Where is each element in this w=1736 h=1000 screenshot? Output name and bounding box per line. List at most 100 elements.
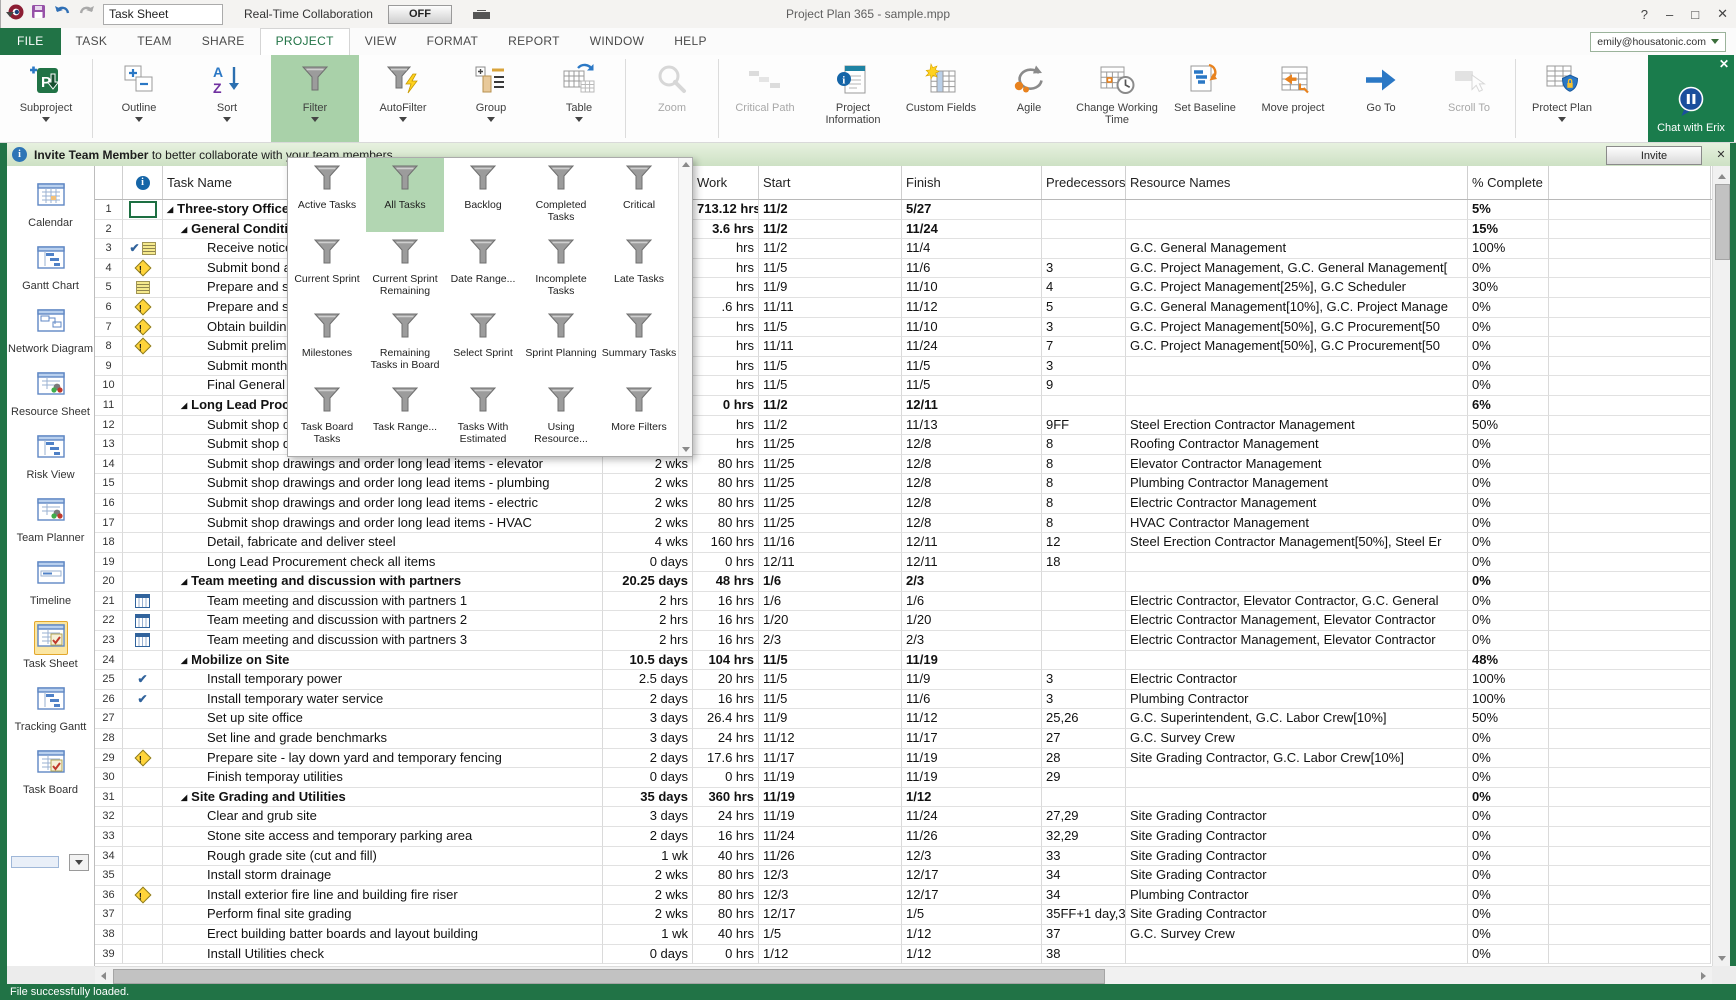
- cell-start[interactable]: 11/2: [759, 220, 902, 240]
- cell-row-number[interactable]: 12: [95, 416, 123, 436]
- cell-finish[interactable]: 12/3: [902, 847, 1042, 867]
- cell-start[interactable]: 11/5: [759, 690, 902, 710]
- cell-duration[interactable]: 1 wk: [603, 847, 693, 867]
- cell-resource-names[interactable]: G.C. Project Management, G.C. General Ma…: [1126, 259, 1468, 279]
- cell-resource-names[interactable]: [1126, 357, 1468, 377]
- cell-work[interactable]: 20 hrs: [693, 670, 759, 690]
- cell-row-number[interactable]: 31: [95, 788, 123, 808]
- cell-row-number[interactable]: 8: [95, 337, 123, 357]
- cell-row-number[interactable]: 4: [95, 259, 123, 279]
- cell-percent-complete[interactable]: 0%: [1468, 886, 1549, 906]
- cell-resource-names[interactable]: G.C. Project Management[25%], G.C Schedu…: [1126, 278, 1468, 298]
- cell-info-indicators[interactable]: [123, 376, 163, 396]
- cell-finish[interactable]: 11/24: [902, 220, 1042, 240]
- cell-start[interactable]: 2/3: [759, 631, 902, 651]
- cell-predecessors[interactable]: 5: [1042, 298, 1126, 318]
- cell-info-indicators[interactable]: ✔: [123, 239, 163, 259]
- scroll-up-icon[interactable]: [682, 162, 690, 167]
- cell-percent-complete[interactable]: 0%: [1468, 945, 1549, 965]
- cell-duration[interactable]: 20.25 days: [603, 572, 693, 592]
- cell-resource-names[interactable]: G.C. Superintendent, G.C. Labor Crew[10%…: [1126, 709, 1468, 729]
- cell-work[interactable]: hrs: [693, 239, 759, 259]
- cell-work[interactable]: 48 hrs: [693, 572, 759, 592]
- cell-resource-names[interactable]: HVAC Contractor Management: [1126, 514, 1468, 534]
- cell-percent-complete[interactable]: 0%: [1468, 474, 1549, 494]
- column-header-info-indicators[interactable]: i: [123, 166, 163, 199]
- realtime-collab-toggle[interactable]: OFF: [388, 5, 452, 24]
- cell-info-indicators[interactable]: [123, 709, 163, 729]
- vertical-scrollbar[interactable]: [1712, 166, 1730, 966]
- cell-resource-names[interactable]: G.C. Survey Crew: [1126, 925, 1468, 945]
- cell-finish[interactable]: 11/26: [902, 827, 1042, 847]
- sidebar-item-team-planner[interactable]: Team Planner: [7, 495, 94, 544]
- cell-resource-names[interactable]: [1126, 376, 1468, 396]
- cell-info-indicators[interactable]: !: [123, 337, 163, 357]
- cell-duration[interactable]: 0 days: [603, 768, 693, 788]
- cell-duration[interactable]: 2 hrs: [603, 611, 693, 631]
- cell-duration[interactable]: 2 days: [603, 690, 693, 710]
- cell-predecessors[interactable]: 7: [1042, 337, 1126, 357]
- cell-start[interactable]: 1/12: [759, 945, 902, 965]
- cell-start[interactable]: 11/5: [759, 318, 902, 338]
- cell-duration[interactable]: 2 wks: [603, 866, 693, 886]
- cell-finish[interactable]: 1/20: [902, 611, 1042, 631]
- horizontal-scrollbar[interactable]: [95, 966, 1712, 984]
- expand-collapse-icon[interactable]: ◢: [181, 225, 187, 234]
- cell-finish[interactable]: 1/12: [902, 945, 1042, 965]
- cell-predecessors[interactable]: 9: [1042, 376, 1126, 396]
- cell-task-name[interactable]: ◢Site Grading and Utilities: [163, 788, 603, 808]
- cell-start[interactable]: 11/19: [759, 807, 902, 827]
- cell-predecessors[interactable]: 12: [1042, 533, 1126, 553]
- cell-resource-names[interactable]: Site Grading Contractor, G.C. Labor Crew…: [1126, 749, 1468, 769]
- scroll-down-arrow-icon[interactable]: [1713, 950, 1731, 966]
- cell-start[interactable]: 11/11: [759, 337, 902, 357]
- expand-collapse-icon[interactable]: ◢: [181, 656, 187, 665]
- cell-task-name[interactable]: Install storm drainage: [163, 866, 603, 886]
- cell-work[interactable]: 80 hrs: [693, 494, 759, 514]
- cell-row-number[interactable]: 25: [95, 670, 123, 690]
- cell-work[interactable]: 104 hrs: [693, 651, 759, 671]
- cell-row-number[interactable]: 28: [95, 729, 123, 749]
- cell-work[interactable]: 0 hrs: [693, 396, 759, 416]
- cell-resource-names[interactable]: Site Grading Contractor: [1126, 905, 1468, 925]
- cell-finish[interactable]: 11/24: [902, 807, 1042, 827]
- cell-resource-names[interactable]: Electric Contractor, Elevator Contractor…: [1126, 592, 1468, 612]
- cell-info-indicators[interactable]: !: [123, 749, 163, 769]
- cell-info-indicators[interactable]: [123, 925, 163, 945]
- cell-work[interactable]: 16 hrs: [693, 611, 759, 631]
- cell-work[interactable]: 0 hrs: [693, 768, 759, 788]
- menu-tab-project[interactable]: PROJECT: [260, 28, 350, 55]
- cell-percent-complete[interactable]: 6%: [1468, 396, 1549, 416]
- menu-tab-view[interactable]: VIEW: [350, 28, 412, 55]
- ribbon-button-go-to[interactable]: Go To: [1337, 55, 1425, 142]
- cell-row-number[interactable]: 21: [95, 592, 123, 612]
- ribbon-button-sort[interactable]: AZSort: [183, 55, 271, 142]
- cell-row-number[interactable]: 22: [95, 611, 123, 631]
- cell-percent-complete[interactable]: 0%: [1468, 631, 1549, 651]
- cell-percent-complete[interactable]: 0%: [1468, 318, 1549, 338]
- cell-info-indicators[interactable]: [123, 729, 163, 749]
- cell-predecessors[interactable]: 34: [1042, 886, 1126, 906]
- cell-duration[interactable]: 2 hrs: [603, 592, 693, 612]
- cell-row-number[interactable]: 17: [95, 514, 123, 534]
- cell-finish[interactable]: 11/13: [902, 416, 1042, 436]
- cell-work[interactable]: 16 hrs: [693, 827, 759, 847]
- cell-info-indicators[interactable]: [123, 474, 163, 494]
- cell-percent-complete[interactable]: 0%: [1468, 905, 1549, 925]
- cell-finish[interactable]: 11/19: [902, 651, 1042, 671]
- cell-info-indicators[interactable]: [123, 807, 163, 827]
- cell-task-name[interactable]: Clear and grub site: [163, 807, 603, 827]
- cell-predecessors[interactable]: 35FF+1 day,3: [1042, 905, 1126, 925]
- cell-task-name[interactable]: Submit shop drawings and order long lead…: [163, 494, 603, 514]
- cell-work[interactable]: 360 hrs: [693, 788, 759, 808]
- cell-row-number[interactable]: 3: [95, 239, 123, 259]
- ribbon-button-project-information[interactable]: iProject Information: [809, 55, 897, 142]
- cell-row-number[interactable]: 33: [95, 827, 123, 847]
- cell-percent-complete[interactable]: 50%: [1468, 416, 1549, 436]
- cell-work[interactable]: 3.6 hrs: [693, 220, 759, 240]
- cell-start[interactable]: 11/9: [759, 278, 902, 298]
- cell-row-number[interactable]: 19: [95, 553, 123, 573]
- save-button[interactable]: [31, 4, 46, 24]
- cell-row-number[interactable]: 5: [95, 278, 123, 298]
- ribbon-button-agile[interactable]: Agile: [985, 55, 1073, 142]
